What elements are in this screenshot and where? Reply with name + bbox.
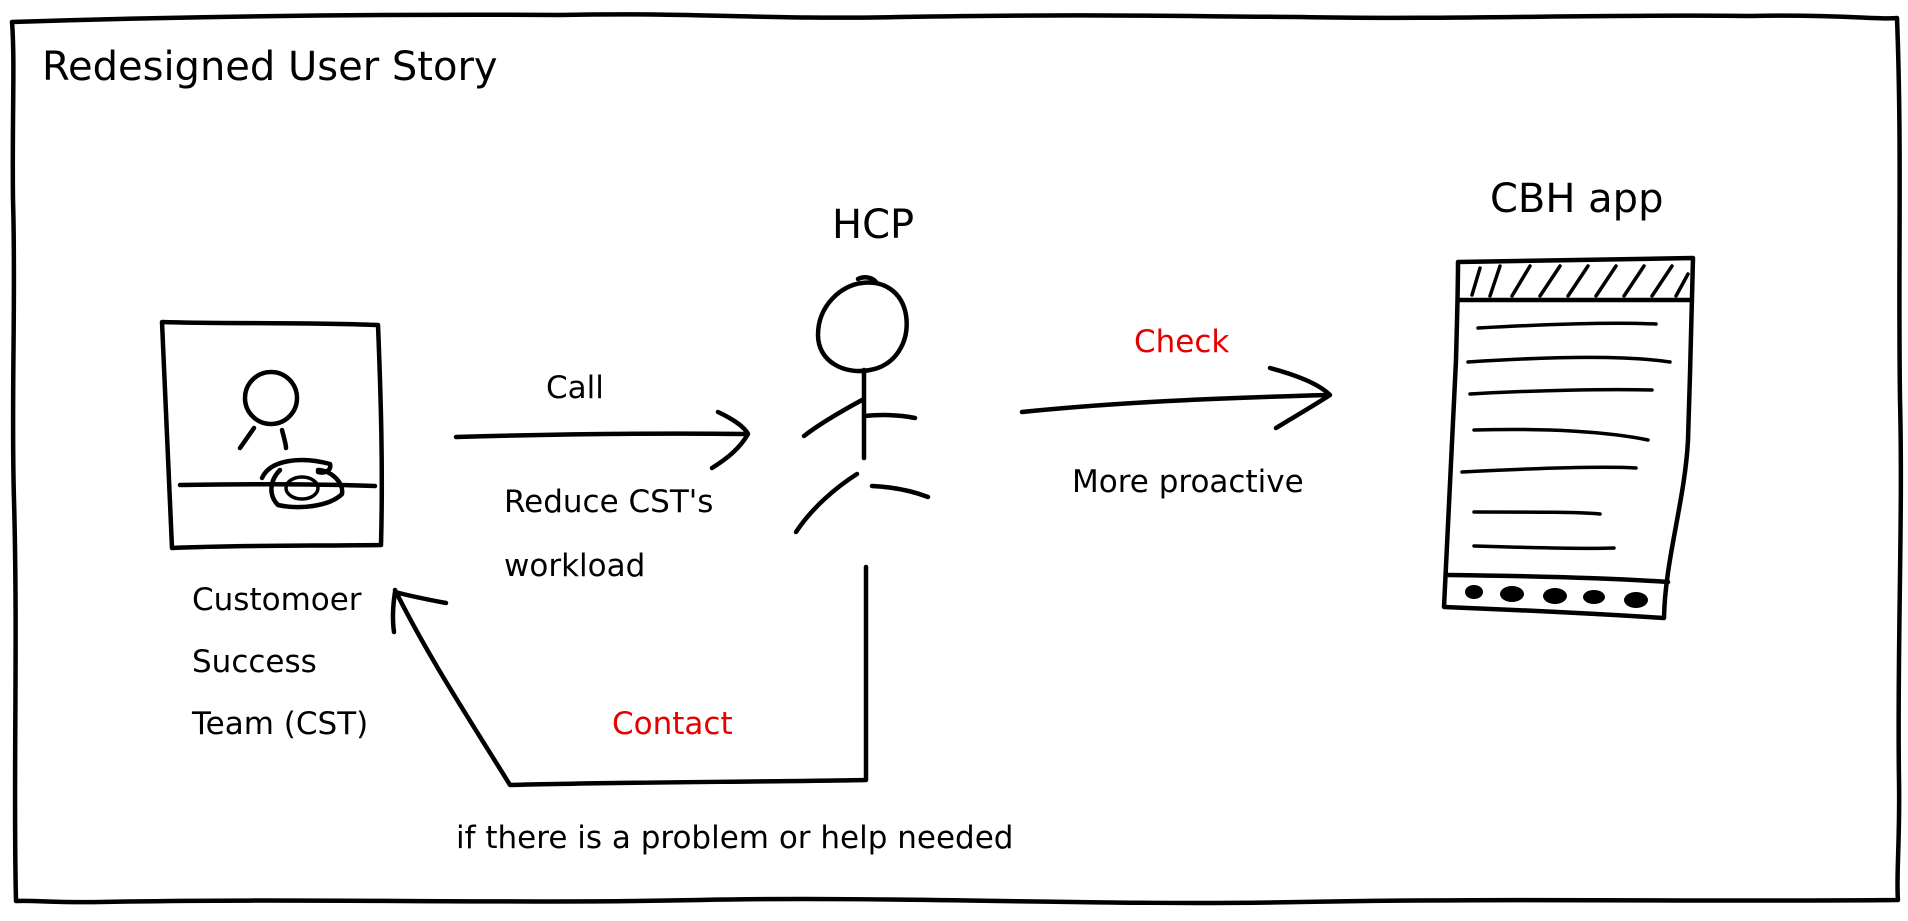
call-note-line-2: workload — [504, 548, 645, 584]
hcp-arm-left — [801, 397, 865, 439]
cst-label-line-1: Customoer — [192, 582, 362, 618]
contact-note: if there is a problem or help needed — [456, 820, 1014, 856]
contact-arrow-line — [392, 564, 869, 788]
contact-label: Contact — [612, 706, 733, 742]
check-note: More proactive — [1072, 464, 1304, 500]
diagram-svg: Redesigned User Story Customoer Success … — [9, 12, 1904, 906]
hcp-head — [815, 280, 909, 374]
hcp-label: HCP — [832, 202, 914, 248]
app-header-hatch — [1470, 264, 1690, 298]
app-tabbar-dots — [1465, 585, 1648, 608]
call-label: Call — [546, 370, 604, 406]
check-label: Check — [1134, 324, 1229, 360]
app-content-lines — [1460, 321, 1672, 551]
app-tabbar-divider — [1445, 572, 1671, 585]
hcp-arm-right — [861, 412, 918, 421]
cst-actor: Customoer Success Team (CST) — [159, 319, 385, 742]
diagram-canvas: Redesigned User Story Customoer Success … — [0, 0, 1908, 916]
app-label: CBH app — [1490, 176, 1663, 222]
app-phone-outline — [1441, 255, 1696, 621]
call-note-line-1: Reduce CST's — [504, 484, 713, 520]
cst-box — [159, 319, 385, 551]
check-arrow — [1019, 365, 1333, 431]
cst-label-line-3: Team (CST) — [191, 706, 368, 742]
cst-shoulder-left — [237, 425, 257, 451]
cst-desk — [177, 482, 378, 489]
hcp-stick-figure — [793, 275, 931, 535]
cst-label-line-2: Success — [192, 644, 317, 680]
app-phone-sketch — [1441, 255, 1696, 621]
call-arrow-head — [709, 409, 751, 471]
cst-shoulder-right — [279, 427, 289, 451]
contact-arrow — [390, 564, 869, 788]
diagram-title: Redesigned User Story — [42, 44, 498, 90]
check-arrow-line — [1019, 392, 1331, 415]
cst-head — [242, 369, 300, 427]
call-arrow — [453, 409, 751, 471]
call-arrow-line — [453, 431, 748, 440]
hcp-leg-left — [793, 471, 860, 535]
hcp-leg-right — [869, 483, 931, 500]
